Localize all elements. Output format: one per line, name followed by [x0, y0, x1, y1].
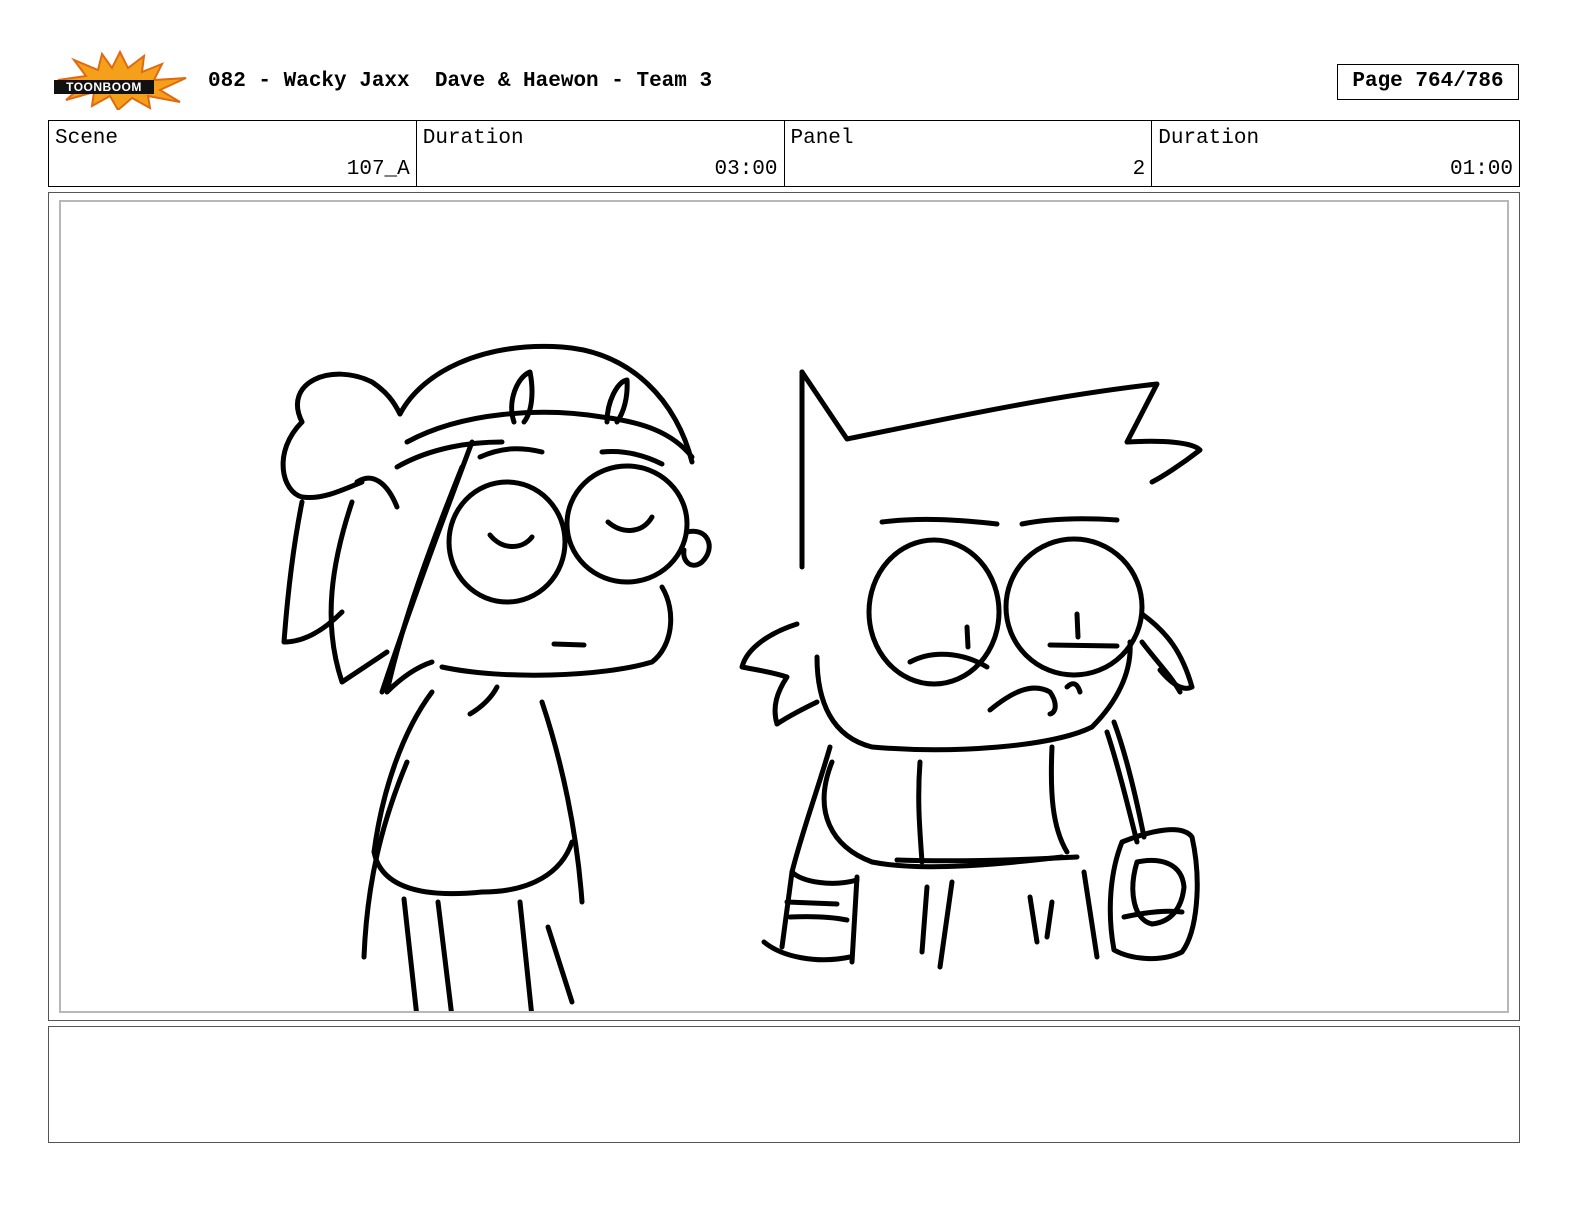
boy-character-sketch	[739, 369, 1203, 970]
scene-cell: Scene 107_A	[49, 121, 417, 186]
panel-image	[59, 200, 1509, 1013]
panel-value: 2	[1132, 158, 1146, 181]
scene-duration-cell: Duration 03:00	[417, 121, 785, 186]
page-indicator: Page 764/786	[1337, 64, 1519, 100]
panel-notes-box	[48, 1026, 1520, 1143]
panel-duration-cell: Duration 01:00	[1152, 121, 1519, 186]
girl-character-sketch	[280, 343, 712, 1011]
logo-text: TOONBOOM	[66, 80, 142, 94]
scene-label: Scene	[55, 127, 119, 150]
scene-duration-value: 03:00	[714, 158, 778, 181]
panel-label: Panel	[790, 127, 854, 150]
panel-duration-value: 01:00	[1449, 158, 1513, 181]
scene-value: 107_A	[346, 158, 410, 181]
storyboard-title: 082 - Wacky Jaxx Dave & Haewon - Team 3	[208, 70, 713, 93]
toonboom-logo: TOONBOOM	[52, 49, 188, 112]
panel-cell: Panel 2	[785, 121, 1153, 186]
panel-info-row: Scene 107_A Duration 03:00 Panel 2 Durat…	[48, 120, 1520, 187]
scene-duration-label: Duration	[422, 127, 524, 150]
panel-duration-label: Duration	[1158, 127, 1260, 150]
